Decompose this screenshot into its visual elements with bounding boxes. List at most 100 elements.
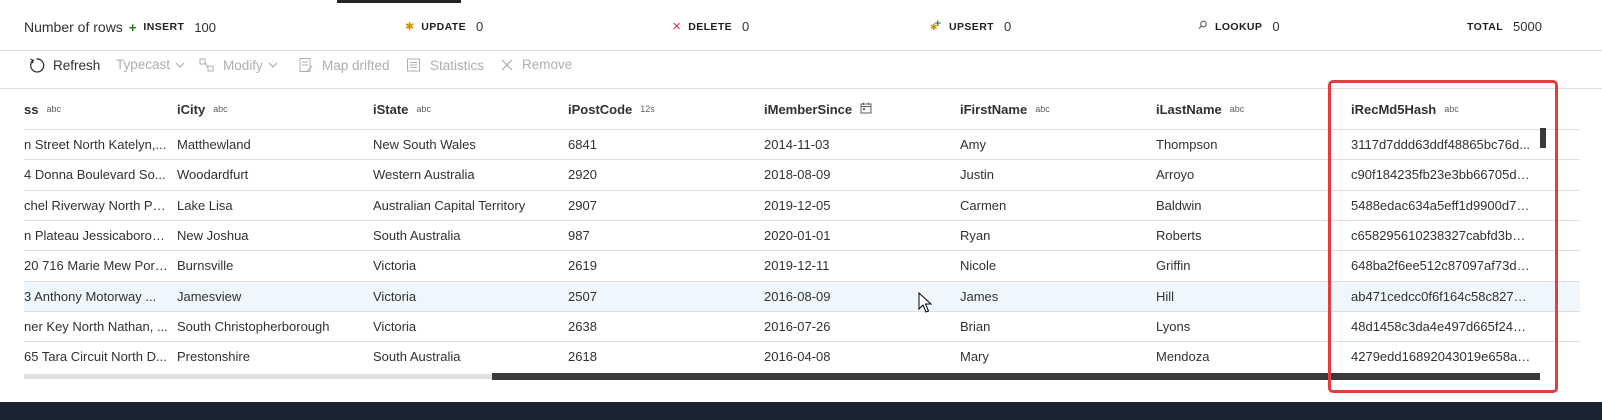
stat-lookup: LOOKUP 0: [1198, 19, 1280, 34]
statistics-button[interactable]: Statistics: [406, 57, 484, 73]
map-drifted-button[interactable]: Map drifted: [298, 57, 390, 73]
cell-last-name: Hill: [1156, 288, 1175, 304]
cell-state: South Australia: [373, 349, 461, 365]
cell-last-name: Roberts: [1156, 227, 1202, 243]
close-icon: [500, 58, 514, 72]
typecast-label: Typecast: [116, 57, 171, 72]
cell-last-name: Griffin: [1156, 258, 1191, 274]
modify-label: Modify: [223, 57, 263, 73]
column-header-address[interactable]: ss abc: [24, 89, 61, 129]
cell-postcode: 2907: [568, 197, 597, 213]
column-header-ilastname[interactable]: iLastName abc: [1156, 89, 1244, 129]
stat-label: DELETE: [688, 20, 733, 33]
cell-first-name: Mary: [960, 349, 989, 365]
refresh-button[interactable]: Refresh: [28, 57, 100, 74]
cell-last-name: Thompson: [1156, 137, 1218, 152]
search-icon: [1198, 20, 1208, 33]
asterisk-icon: ✱: [405, 21, 415, 33]
chevron-down-icon: [175, 62, 185, 68]
cell-state: Victoria: [373, 318, 417, 334]
stat-label: LOOKUP: [1215, 20, 1263, 33]
cell-postcode: 2618: [568, 349, 597, 365]
column-header-istate[interactable]: iState abc: [373, 89, 431, 129]
stat-label: UPDATE: [421, 20, 467, 33]
stats-title: Number of rows: [24, 19, 123, 35]
remove-label: Remove: [522, 57, 573, 72]
stat-value: 5000: [1513, 19, 1542, 34]
cell-state: Western Australia: [373, 167, 475, 183]
cell-state: Australian Capital Territory: [373, 197, 526, 213]
stat-value: 0: [742, 19, 750, 34]
cell-first-name: Amy: [960, 137, 986, 152]
stat-label: UPSERT: [949, 20, 994, 33]
cell-member-since: 2016-04-08: [764, 349, 831, 365]
column-header-ifirstname[interactable]: iFirstName abc: [960, 89, 1050, 129]
column-type-badge: abc: [416, 104, 431, 114]
cell-city: South Christopherborough: [177, 318, 330, 334]
cell-city: Jamesview: [177, 288, 242, 304]
stat-insert: Number of rows + INSERT 100: [24, 19, 216, 35]
cell-first-name: Justin: [960, 167, 994, 183]
cell-last-name: Lyons: [1156, 318, 1191, 334]
cell-postcode: 2507: [568, 288, 597, 304]
stat-update: ✱ UPDATE 0: [405, 19, 483, 34]
refresh-label: Refresh: [53, 58, 101, 73]
modify-icon: [199, 57, 215, 73]
mouse-cursor-icon: [918, 291, 933, 319]
cell-city: New Joshua: [177, 227, 249, 243]
column-type-badge: abc: [1229, 104, 1245, 114]
column-name: iLastName: [1156, 101, 1222, 117]
column-name: iFirstName: [960, 101, 1028, 117]
column-header-ipostcode[interactable]: iPostCode 12s: [568, 89, 655, 129]
statistics-label: Statistics: [430, 57, 485, 73]
cell-last-name: Baldwin: [1156, 197, 1202, 213]
cell-address: n Street North Katelyn,...: [24, 137, 167, 152]
column-header-icity[interactable]: iCity abc: [177, 89, 228, 129]
cell-state: New South Wales: [373, 137, 476, 152]
row-count-stats-bar: Number of rows + INSERT 100 ✱ UPDATE 0 ✕…: [0, 3, 1602, 51]
stat-upsert: ✱ + UPSERT 0: [930, 19, 1011, 34]
stat-value: 0: [476, 19, 484, 34]
cell-address: 4 Donna Boulevard So...: [24, 167, 166, 183]
cell-member-since: 2014-11-03: [764, 137, 830, 152]
cell-first-name: Nicole: [960, 258, 997, 274]
plus-icon: +: [128, 19, 137, 35]
calendar-icon: [860, 102, 872, 116]
column-type-badge: 12s: [640, 104, 655, 114]
chevron-down-icon: [268, 62, 278, 68]
stat-total: TOTAL 5000: [1467, 19, 1542, 34]
column-header-imembersince[interactable]: iMemberSince: [764, 89, 872, 129]
map-drifted-label: Map drifted: [322, 57, 390, 73]
map-drifted-icon: [298, 57, 314, 73]
cell-member-since: 2019-12-11: [764, 258, 830, 274]
x-icon: ✕: [672, 21, 682, 33]
cell-state: Victoria: [373, 258, 417, 274]
remove-button[interactable]: Remove: [500, 57, 572, 72]
cell-postcode: 6841: [568, 137, 597, 152]
taskbar: [0, 402, 1602, 420]
cell-address: chel Riverway North Ph...: [24, 197, 169, 213]
column-name: iPostCode: [568, 101, 633, 117]
cell-address: ner Key North Nathan, ...: [24, 318, 168, 334]
cell-member-since: 2018-08-09: [764, 167, 831, 183]
stat-label: INSERT: [143, 21, 185, 33]
cell-first-name: Ryan: [960, 227, 991, 243]
cell-postcode: 2920: [568, 167, 597, 183]
modify-button[interactable]: Modify: [199, 57, 278, 73]
statistics-icon: [406, 57, 422, 73]
column-name: iState: [373, 101, 409, 117]
stat-value: 100: [194, 19, 217, 35]
cell-address: 20 716 Marie Mew Port...: [24, 258, 169, 274]
cell-last-name: Mendoza: [1156, 349, 1210, 365]
cell-address: n Plateau Jessicaborou...: [24, 227, 169, 243]
stat-label: TOTAL: [1467, 20, 1504, 33]
cell-city: Woodardfurt: [177, 167, 249, 183]
cell-member-since: 2020-01-01: [764, 227, 831, 243]
cell-state: Victoria: [373, 288, 417, 304]
cell-city: Prestonshire: [177, 349, 250, 365]
cell-address: 65 Tara Circuit North D...: [24, 349, 167, 365]
stat-delete: ✕ DELETE 0: [672, 19, 749, 34]
typecast-button[interactable]: Typecast: [116, 57, 185, 72]
stat-value: 0: [1272, 19, 1280, 34]
highlight-annotation-box: [1328, 80, 1558, 393]
